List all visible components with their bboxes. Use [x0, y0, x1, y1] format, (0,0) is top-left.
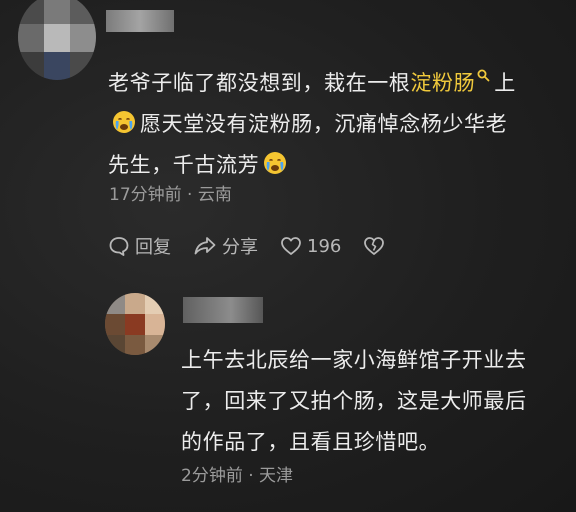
broken-heart-icon: [364, 237, 385, 255]
username-blurred[interactable]: [183, 297, 263, 323]
comment-meta: 17分钟前 · 云南: [109, 180, 232, 205]
comment-text-segment: 上: [494, 71, 516, 95]
search-icon[interactable]: [477, 55, 490, 82]
location: 天津: [259, 466, 294, 486]
reply-text-line: 的作品了，且看且珍惜吧。: [181, 430, 441, 454]
avatar-pixel: [18, 24, 44, 52]
avatar-pixel: [18, 0, 44, 24]
avatar-pixel: [105, 293, 125, 314]
keyword-link[interactable]: 淀粉肠: [410, 71, 475, 95]
username-blurred[interactable]: [106, 10, 174, 32]
reply-meta: 2分钟前 · 天津: [181, 461, 293, 486]
reply-text: 上午去北辰给一家小海鲜馆子开业去 了，回来了又拍个肠，这是大师最后 的作品了，且…: [181, 340, 561, 463]
avatar-pixel: [70, 0, 96, 24]
avatar-pixel: [70, 52, 96, 80]
timestamp: 17分钟前: [109, 185, 182, 205]
avatar[interactable]: [18, 0, 96, 80]
separator-dot: ·: [187, 185, 193, 205]
comment-text-segment: 先生，千古流芳: [108, 153, 260, 177]
reply-label: 回复: [135, 237, 171, 258]
location: 云南: [197, 185, 232, 205]
comment-text-segment: 愿天堂没有淀粉肠，沉痛悼念杨少华老: [140, 112, 508, 136]
avatar-pixel: [125, 293, 145, 314]
share-label: 分享: [222, 237, 258, 258]
comment-bubble-icon: [109, 237, 129, 256]
avatar-pixel: [70, 24, 96, 52]
comment-text: 老爷子临了都没想到，栽在一根淀粉肠上 愿天堂没有淀粉肠，沉痛悼念杨少华老 先生，…: [108, 55, 558, 186]
crying-face-emoji: [112, 107, 136, 133]
separator-dot: ·: [248, 466, 254, 486]
comment-text-segment: 老爷子临了都没想到，栽在一根: [108, 71, 411, 95]
avatar-pixel: [125, 335, 145, 355]
avatar-pixel: [105, 314, 125, 335]
avatar-pixel: [44, 52, 70, 80]
share-arrow-icon: [194, 237, 216, 255]
timestamp: 2分钟前: [181, 466, 243, 486]
share-button[interactable]: 分享: [193, 233, 258, 259]
avatar-pixel: [125, 314, 145, 335]
reply-text-line: 上午去北辰给一家小海鲜馆子开业去: [181, 348, 527, 372]
avatar-pixel: [44, 24, 70, 52]
avatar[interactable]: [105, 293, 165, 355]
avatar-pixel: [145, 335, 165, 355]
avatar-pixel: [44, 0, 70, 24]
like-button[interactable]: 196: [280, 236, 341, 257]
avatar-pixel: [145, 293, 165, 314]
like-count: 196: [307, 235, 342, 257]
heart-icon: [281, 237, 301, 255]
avatar-pixel: [145, 314, 165, 335]
comment-actions: 回复 分享 196: [108, 233, 412, 259]
reply-button[interactable]: 回复: [108, 233, 171, 259]
reply-text-line: 了，回来了又拍个肠，这是大师最后: [181, 389, 527, 413]
dislike-button[interactable]: [363, 236, 390, 256]
avatar-pixel: [105, 335, 125, 355]
avatar-pixel: [18, 52, 44, 80]
crying-face-emoji: [263, 148, 287, 174]
